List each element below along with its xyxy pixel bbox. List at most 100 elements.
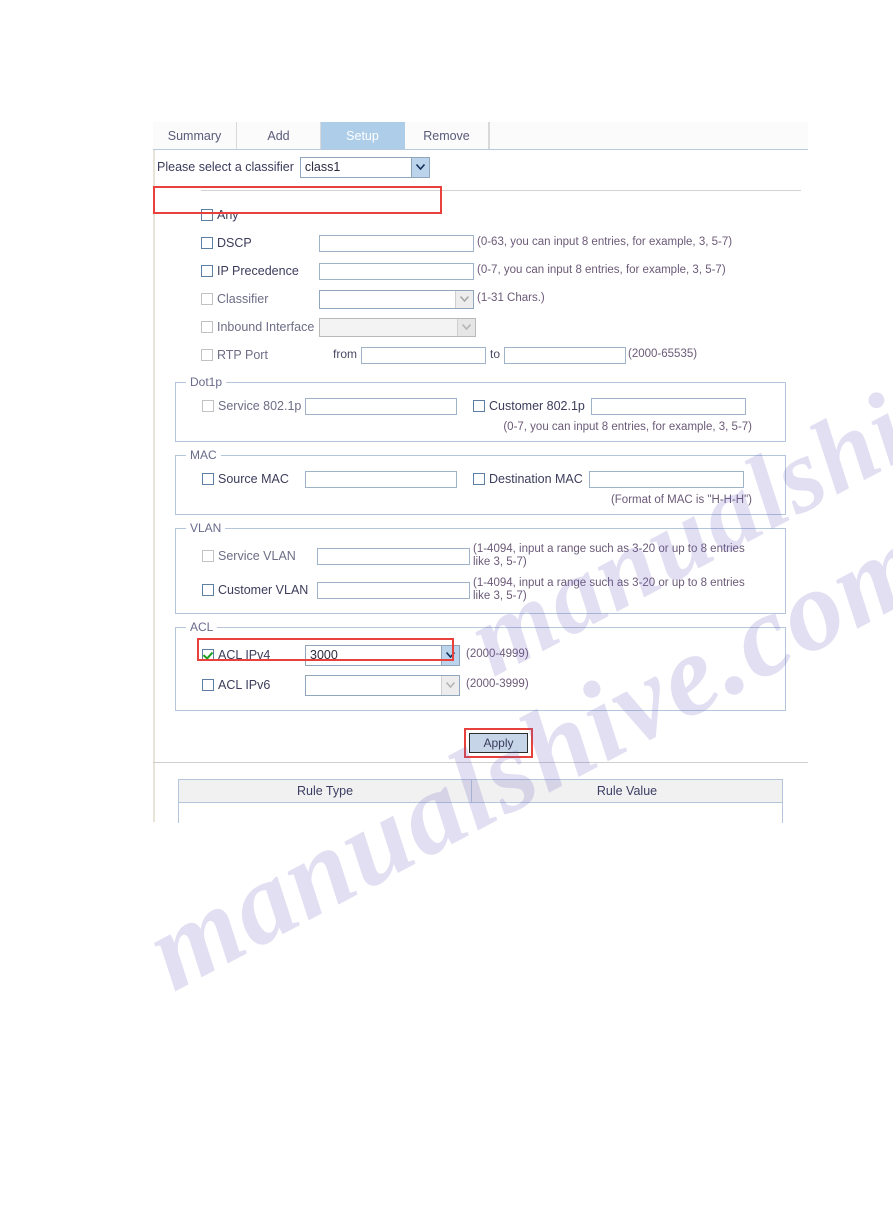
mac-row: Source MAC Destination MAC [176,466,785,492]
customer-vlan-checkbox[interactable] [202,584,214,596]
source-mac-input[interactable] [305,470,457,488]
mac-note: (Format of MAC is "H-H-H") [610,494,752,506]
service-vlan-checkbox-group[interactable]: Service VLAN [202,549,314,563]
mac-legend: MAC [190,448,217,462]
dscp-checkbox[interactable] [201,237,213,249]
source-mac-checkbox-group[interactable]: Source MAC [202,472,302,486]
chevron-down-icon[interactable] [455,290,473,308]
inbound-interface-checkbox[interactable] [201,321,213,333]
customer-vlan-input[interactable] [317,581,470,599]
acl-ipv6-label: ACL IPv6 [218,678,271,692]
dot1p-row: Service 802.1p Customer 802.1p [176,393,785,419]
tab-label: Add [267,128,290,143]
acl-section: ACL ACL IPv4 3000 (2000-4999) ACL IPv6 (… [175,620,786,711]
destination-mac-checkbox-group[interactable]: Destination MAC [473,472,583,486]
customer-vlan-hint: (1-4094, input a range such as 3-20 or u… [473,576,745,603]
service-vlan-input[interactable] [317,547,470,565]
service-vlan-checkbox[interactable] [202,550,214,562]
customer-vlan-row: Customer VLAN (1-4094, input a range suc… [176,573,785,607]
chevron-down-icon[interactable] [410,157,429,177]
dot1p-legend: Dot1p [190,375,223,389]
tab-setup[interactable]: Setup [321,122,405,149]
row-inbound-interface: Inbound Interface [201,313,808,341]
tab-add[interactable]: Add [237,122,321,149]
classifier-select[interactable]: class1 [299,156,430,178]
acl-ipv6-select[interactable] [305,674,460,696]
acl-legend: ACL [190,620,214,634]
ip-precedence-checkbox[interactable] [201,265,213,277]
classifier-hint: (1-31 Chars.) [477,292,545,305]
classifier-checkbox-group[interactable]: Classifier [201,292,319,306]
customer-dot1p-checkbox[interactable] [473,400,485,412]
vlan-legend: VLAN [190,521,222,535]
acl-ipv4-checkbox-group[interactable]: ACL IPv4 [202,648,302,662]
rtp-port-hint: (2000-65535) [628,348,698,361]
rtp-port-checkbox[interactable] [201,349,213,361]
any-checkbox-group[interactable]: Any [201,208,319,222]
chevron-down-icon[interactable] [441,675,459,695]
customer-vlan-label: Customer VLAN [218,583,309,597]
dot1p-note: (0-7, you can input 8 entries, for examp… [503,421,752,433]
source-mac-label: Source MAC [218,472,289,486]
tab-bar: Summary Add Setup Remove [153,122,808,150]
service-dot1p-label: Service 802.1p [218,399,302,413]
row-classifier: Classifier (1-31 Chars.) [201,285,808,313]
rtp-port-checkbox-group[interactable]: RTP Port [201,348,319,362]
ip-precedence-checkbox-group[interactable]: IP Precedence [201,264,319,278]
customer-dot1p-checkbox-group[interactable]: Customer 802.1p [473,399,585,413]
chevron-down-icon[interactable] [441,645,459,665]
apply-button[interactable]: Apply [469,733,528,753]
apply-button-label: Apply [483,736,514,750]
acl-ipv4-checkbox[interactable] [202,649,214,661]
rules-table-body [179,803,782,823]
rtp-port-label: RTP Port [217,348,268,362]
tab-bar-filler [489,122,808,149]
customer-dot1p-input[interactable] [590,397,746,415]
service-dot1p-input[interactable] [305,397,457,415]
service-dot1p-checkbox[interactable] [202,400,214,412]
match-criteria-list: Any DSCP (0-63, you can input 8 entries,… [153,191,808,369]
row-dscp: DSCP (0-63, you can input 8 entries, for… [201,229,808,257]
acl-ipv6-hint: (2000-3999) [466,678,529,691]
tab-summary[interactable]: Summary [153,122,237,149]
rules-table: Rule Type Rule Value [178,779,783,823]
inbound-interface-checkbox-group[interactable]: Inbound Interface [201,320,319,334]
row-any: Any [201,201,808,229]
ip-precedence-input[interactable] [319,262,474,280]
dscp-label: DSCP [217,236,252,250]
dscp-checkbox-group[interactable]: DSCP [201,236,319,250]
acl-ipv6-checkbox[interactable] [202,679,214,691]
service-vlan-hint: (1-4094, input a range such as 3-20 or u… [473,542,745,569]
destination-mac-input[interactable] [588,470,744,488]
customer-dot1p-label: Customer 802.1p [489,399,585,413]
chevron-down-icon[interactable] [457,318,475,336]
classifier-label: Classifier [217,292,269,306]
service-vlan-label: Service VLAN [218,549,296,563]
acl-ipv6-checkbox-group[interactable]: ACL IPv6 [202,678,302,692]
any-checkbox[interactable] [201,209,213,221]
classifier-checkbox[interactable] [201,293,213,305]
rtp-port-from-input[interactable] [361,346,486,364]
tab-remove[interactable]: Remove [405,122,489,149]
any-label: Any [217,208,239,222]
dot1p-section: Dot1p Service 802.1p Customer 802.1p (0-… [175,375,786,442]
dscp-hint: (0-63, you can input 8 entries, for exam… [477,236,733,249]
classifier-value-select[interactable] [319,289,474,309]
tab-label: Setup [346,128,379,143]
source-mac-checkbox[interactable] [202,473,214,485]
dscp-input[interactable] [319,234,474,252]
acl-ipv6-row: ACL IPv6 (2000-3999) [176,670,785,700]
vlan-section: VLAN Service VLAN (1-4094, input a range… [175,521,786,614]
service-dot1p-checkbox-group[interactable]: Service 802.1p [202,399,302,413]
rtp-port-to-input[interactable] [504,346,627,364]
rtp-from-label: from [333,347,357,362]
tab-label: Remove [423,128,470,143]
rtp-to-label: to [490,347,501,362]
classifier-select-value: class1 [304,160,341,174]
customer-vlan-checkbox-group[interactable]: Customer VLAN [202,583,314,597]
column-header-rule-type: Rule Type [179,780,472,802]
tab-label: Summary [167,128,222,143]
acl-ipv4-select[interactable]: 3000 [305,644,460,666]
inbound-interface-select[interactable] [319,317,476,337]
destination-mac-checkbox[interactable] [473,473,485,485]
